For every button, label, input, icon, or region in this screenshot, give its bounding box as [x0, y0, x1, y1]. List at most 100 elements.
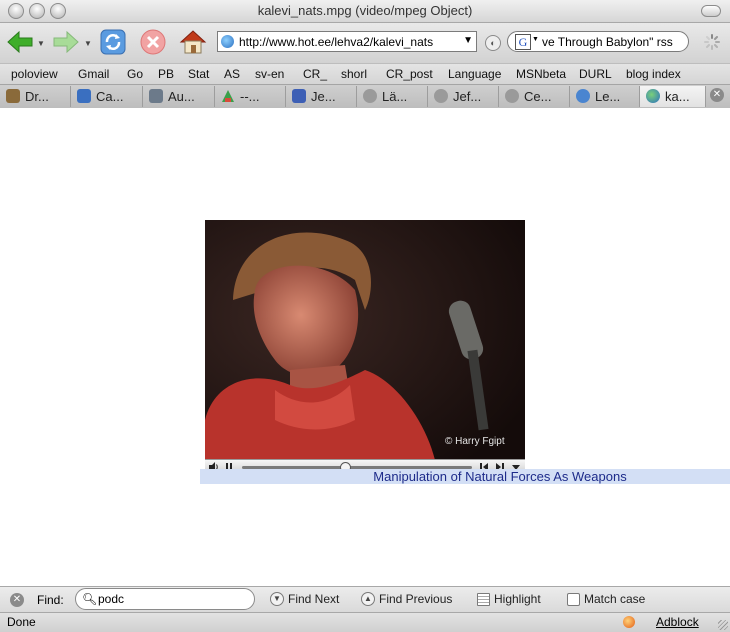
toolbar-toggle-button[interactable]: [701, 5, 721, 17]
globe-grey-icon: [434, 89, 448, 103]
tab-ca[interactable]: Ca...: [71, 86, 143, 107]
back-history-chevron-icon[interactable]: ▼: [37, 39, 45, 48]
bookmark-shorl[interactable]: shorl: [341, 67, 367, 81]
url-history-chevron-icon[interactable]: ▼: [463, 35, 473, 46]
bookmark-sv-en[interactable]: sv-en: [255, 67, 284, 81]
find-bar: ✕ Find: 🔍︎ podc ▼ Find Next ▲ Find Previ…: [0, 586, 730, 613]
find-close-icon[interactable]: ✕: [10, 593, 24, 607]
find-next-button[interactable]: ▼ Find Next: [270, 592, 339, 606]
globe-icon: [646, 89, 660, 103]
close-tab-icon[interactable]: ✕: [710, 88, 724, 102]
bookmark-pb[interactable]: PB: [158, 67, 174, 81]
bookmark-gmail[interactable]: Gmail: [78, 67, 109, 81]
highlight-label: Highlight: [494, 592, 541, 606]
resize-grip-icon[interactable]: [718, 620, 728, 630]
match-case-checkbox[interactable]: Match case: [567, 592, 645, 606]
video-watermark: © Harry Fgipt: [445, 436, 505, 447]
bookmark-as[interactable]: AS: [224, 67, 240, 81]
tab-dr[interactable]: Dr...: [0, 86, 71, 107]
tab-label: Jef...: [453, 89, 482, 104]
stop-icon: [140, 29, 166, 55]
find-previous-button[interactable]: ▲ Find Previous: [361, 592, 452, 606]
video-caption: Manipulation of Natural Forces As Weapon…: [373, 469, 627, 484]
status-text: Done: [7, 615, 36, 629]
find-input[interactable]: 🔍︎ podc: [75, 588, 255, 610]
highlight-icon: [477, 592, 490, 606]
tab-label: Je...: [311, 89, 336, 104]
tab-ce[interactable]: Ce...: [499, 86, 570, 107]
home-icon: [179, 30, 207, 54]
tab-la[interactable]: Lä...: [357, 86, 428, 107]
globe-blue-icon: [576, 89, 590, 103]
video-player[interactable]: © Harry Fgipt: [205, 220, 525, 460]
forward-arrow-icon: [53, 30, 79, 54]
bookmark-blog-index[interactable]: blog index: [626, 67, 681, 81]
reload-button[interactable]: [98, 27, 128, 57]
checkbox-icon: [567, 592, 580, 606]
bookmark-stat[interactable]: Stat: [188, 67, 209, 81]
bookmark-msnbeta[interactable]: MSNbeta: [516, 67, 566, 81]
go-button-icon[interactable]: ◐: [485, 35, 501, 51]
reload-icon: [100, 29, 126, 55]
triangle-favicon-icon: [222, 90, 234, 102]
tab-label: Dr...: [25, 89, 49, 104]
find-query[interactable]: podc: [98, 592, 124, 606]
tab-le[interactable]: Le...: [570, 86, 640, 107]
bookmark-poloview[interactable]: poloview: [11, 67, 58, 81]
tab-bar: Dr... Ca... Au... --... Je... Lä... Jef.…: [0, 84, 730, 109]
arrow-up-icon: ▲: [361, 592, 375, 606]
video-frame: © Harry Fgipt: [205, 220, 525, 460]
home-button[interactable]: [178, 27, 208, 57]
search-bar[interactable]: G ▼ ve Through Babylon" rss: [507, 31, 689, 52]
tab-label: Ce...: [524, 89, 552, 104]
forward-history-chevron-icon[interactable]: ▼: [84, 39, 92, 48]
status-bar: Done Adblock: [0, 612, 730, 632]
highlight-button[interactable]: Highlight: [477, 592, 541, 606]
bookmarks-toolbar: poloview Gmail Go PB Stat AS sv-en CR_ s…: [0, 63, 730, 85]
window-title: kalevi_nats.mpg (video/mpeg Object): [257, 3, 473, 18]
find-label: Find:: [37, 593, 64, 607]
bookmark-go[interactable]: Go: [127, 67, 143, 81]
forward-button[interactable]: [51, 27, 81, 57]
bookmark-durl[interactable]: DURL: [579, 67, 612, 81]
site-globe-icon: [221, 35, 234, 48]
window-titlebar: kalevi_nats.mpg (video/mpeg Object): [0, 0, 730, 23]
back-button[interactable]: [5, 27, 35, 57]
adblock-link[interactable]: Adblock: [656, 615, 699, 629]
url-text[interactable]: http://www.hot.ee/lehva2/kalevi_nats: [239, 35, 457, 49]
tab-label: Ca...: [96, 89, 124, 104]
bookmark-cr-post[interactable]: CR_post: [386, 67, 433, 81]
tab-label: Lä...: [382, 89, 408, 104]
tab-jef[interactable]: Jef...: [428, 86, 499, 107]
find-next-label: Find Next: [288, 592, 340, 606]
back-arrow-icon: [7, 30, 33, 54]
arrow-down-icon: ▼: [270, 592, 284, 606]
tab-label: Au...: [168, 89, 195, 104]
tab-au[interactable]: Au...: [143, 86, 215, 107]
tab-label: --...: [240, 89, 260, 104]
search-input[interactable]: ve Through Babylon" rss: [542, 35, 682, 49]
firefox-icon[interactable]: [623, 616, 635, 628]
match-case-label: Match case: [584, 592, 646, 606]
search-engine-chevron-icon[interactable]: ▼: [532, 36, 539, 43]
tab-label: ka...: [665, 89, 690, 104]
loading-throbber-icon: [704, 34, 720, 50]
tab-label: Le...: [595, 89, 621, 104]
bookmark-cr[interactable]: CR_: [303, 67, 327, 81]
tab-je[interactable]: Je...: [286, 86, 357, 107]
stop-button[interactable]: [138, 27, 168, 57]
dr-favicon-icon: [6, 89, 20, 103]
tab-ka-active[interactable]: ka...: [640, 86, 706, 107]
video-caption-bar: Manipulation of Natural Forces As Weapon…: [200, 469, 730, 484]
magnifier-icon: 🔍︎: [82, 592, 98, 606]
tab-dashes[interactable]: --...: [215, 86, 286, 107]
je-favicon-icon: [292, 89, 306, 103]
as-favicon-icon: [149, 89, 163, 103]
search-engine-icon[interactable]: G: [515, 34, 531, 50]
globe-grey-icon: [363, 89, 377, 103]
url-bar[interactable]: http://www.hot.ee/lehva2/kalevi_nats ▼: [217, 31, 477, 52]
globe-grey-icon: [505, 89, 519, 103]
find-previous-label: Find Previous: [379, 592, 453, 606]
ca-favicon-icon: [77, 89, 91, 103]
bookmark-language[interactable]: Language: [448, 67, 501, 81]
